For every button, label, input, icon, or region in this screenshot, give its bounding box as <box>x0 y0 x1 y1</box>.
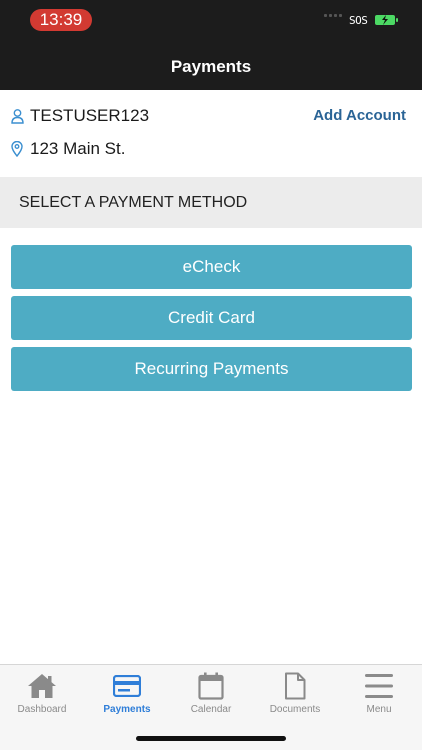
calendar-icon <box>169 671 253 701</box>
credit-card-icon <box>85 671 169 701</box>
tab-payments-label: Payments <box>103 704 151 715</box>
menu-icon <box>337 671 421 701</box>
signal-icon <box>324 14 342 17</box>
home-icon <box>0 671 84 701</box>
battery-icon <box>375 15 398 25</box>
credit-card-button[interactable]: Credit Card <box>11 296 412 340</box>
tab-payments[interactable]: Payments <box>85 671 169 715</box>
echeck-button[interactable]: eCheck <box>11 245 412 289</box>
top-bar: 13:39 SOS Payments <box>0 0 422 90</box>
recurring-payments-button[interactable]: Recurring Payments <box>11 347 412 391</box>
location-pin-icon <box>10 140 24 158</box>
account-username: TESTUSER123 <box>30 106 150 125</box>
tab-documents[interactable]: Documents <box>253 671 337 715</box>
tab-dashboard[interactable]: Dashboard <box>0 671 84 715</box>
account-username-row: TESTUSER123 <box>10 104 149 128</box>
account-address-row: 123 Main St. <box>10 137 125 161</box>
tab-calendar[interactable]: Calendar <box>169 671 253 715</box>
add-account-link[interactable]: Add Account <box>313 107 406 124</box>
page-title: Payments <box>170 57 252 76</box>
status-time: 13:39 <box>30 9 92 31</box>
section-header: SELECT A PAYMENT METHOD <box>0 177 422 228</box>
user-icon <box>10 107 24 125</box>
home-indicator[interactable] <box>136 736 286 741</box>
tab-menu-label: Menu <box>366 704 392 715</box>
tab-documents-label: Documents <box>269 704 321 715</box>
tab-dashboard-label: Dashboard <box>17 704 67 715</box>
carrier-status: SOS <box>349 14 368 27</box>
account-address: 123 Main St. <box>30 139 126 158</box>
tab-calendar-label: Calendar <box>190 704 232 715</box>
tab-menu[interactable]: Menu <box>337 671 421 715</box>
document-icon <box>253 671 337 701</box>
